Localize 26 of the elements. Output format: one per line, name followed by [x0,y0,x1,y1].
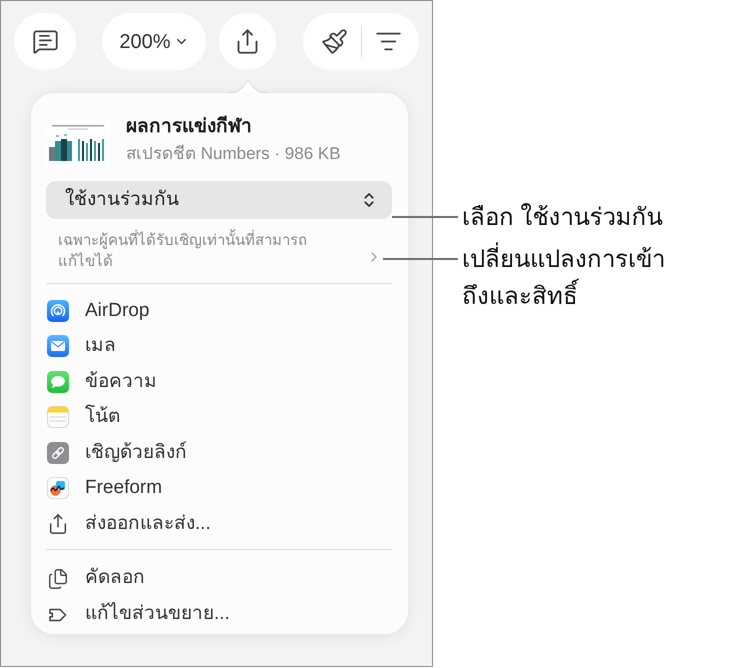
documents-icon [47,568,69,590]
share-menu-item[interactable]: AirDrop [46,293,393,328]
comment-icon [32,28,58,55]
share-icon [47,512,69,535]
zoom-button[interactable]: 200% [102,13,206,70]
share-menu-item[interactable]: ข้อความ [46,364,393,400]
callout-text: เปลี่ยนแปลงการเข้า ถึงและสิทธิ์ [462,241,665,315]
share-menu-item[interactable]: เมล [46,328,393,364]
envelope-icon [47,335,69,358]
share-menu-item[interactable]: เชิญด้วยลิงก์ [46,435,393,470]
share-menu-item[interactable]: โน้ต [46,400,393,435]
speech-bubble-icon [47,370,69,393]
callout-text: เลือก ใช้งานร่วมกัน [462,202,664,233]
link-icon [47,442,69,464]
action-menu-item[interactable]: คัดลอก [46,560,393,596]
share-menu-item[interactable]: ส่งออกและส่ง... [46,506,393,542]
action-menu-item[interactable]: แก้ไขส่วนขยาย... [46,596,393,632]
airdrop-icon [47,300,69,322]
paintbrush-icon [320,28,348,55]
file-title: ผลการแข่งกีฬา [126,114,253,139]
share-menu-item[interactable]: Freeform [46,470,393,506]
leader-line [392,216,458,218]
file-info: สเปรดชีต Numbers · 986 KB [126,143,341,165]
freeform-app-icon [47,477,69,500]
collaboration-dropdown[interactable]: ใช้งานร่วมกัน [46,181,392,219]
notepad-icon [47,406,69,428]
